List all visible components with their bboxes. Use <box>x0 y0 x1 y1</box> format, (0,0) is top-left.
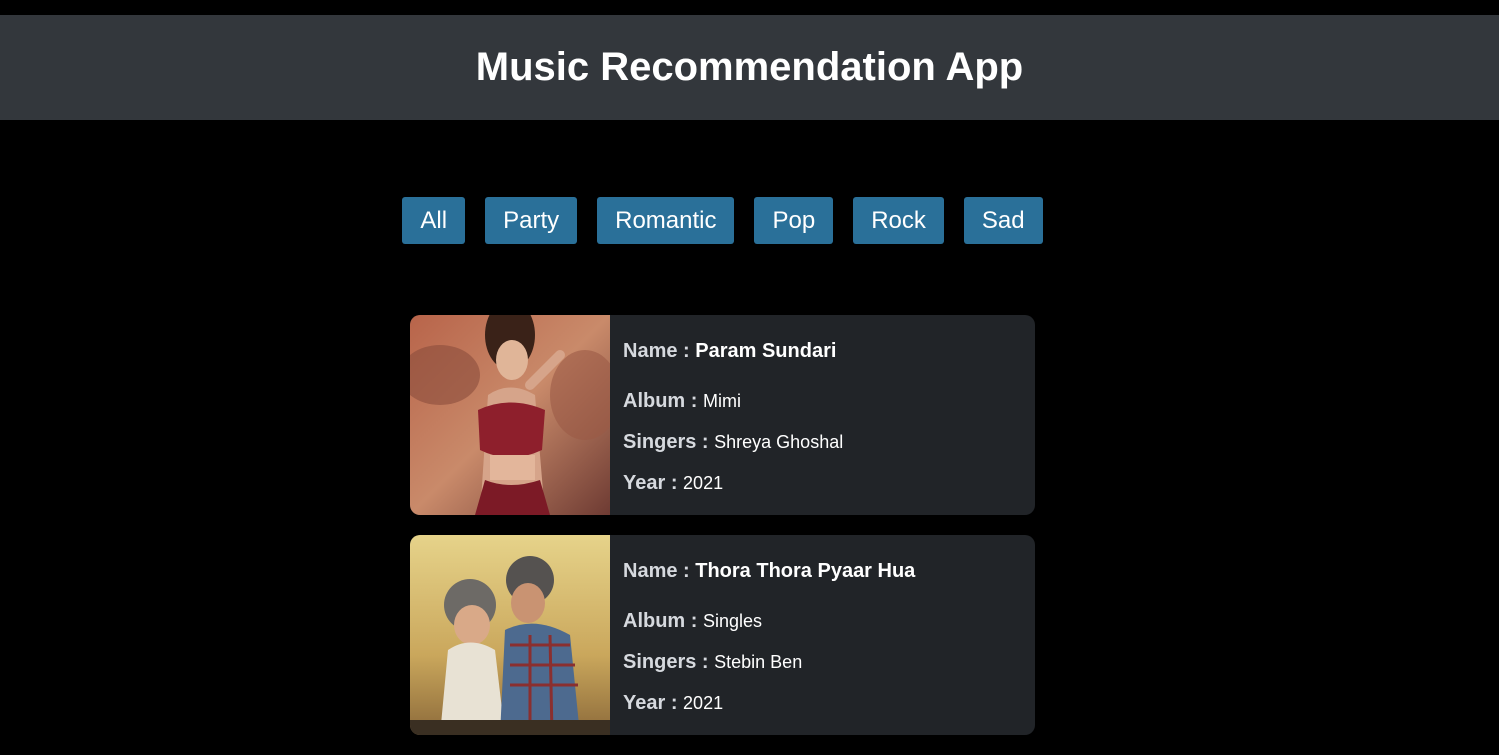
year-label: Year : <box>623 692 684 714</box>
song-details: Name : Param Sundari Album : Mimi Singer… <box>610 315 843 515</box>
filter-sad-button[interactable]: Sad <box>963 197 1043 244</box>
album-name: Singles <box>703 611 763 631</box>
album-name: Mimi <box>703 391 741 411</box>
song-card[interactable]: Name : Param Sundari Album : Mimi Singer… <box>410 315 1035 515</box>
app-header: Music Recommendation App <box>0 15 1499 120</box>
filter-party-button[interactable]: Party <box>485 197 578 244</box>
singers-label: Singers : <box>623 651 715 673</box>
album-label: Album : <box>623 390 703 412</box>
song-name-row: Name : Thora Thora Pyaar Hua <box>623 560 915 610</box>
singers-label: Singers : <box>623 431 715 453</box>
song-details: Name : Thora Thora Pyaar Hua Album : Sin… <box>610 535 915 735</box>
song-list: Name : Param Sundari Album : Mimi Singer… <box>410 315 1035 755</box>
app-title: Music Recommendation App <box>475 44 1024 89</box>
filter-pop-button[interactable]: Pop <box>754 197 834 244</box>
song-name: Thora Thora Pyaar Hua <box>695 560 916 582</box>
song-card[interactable]: Name : Thora Thora Pyaar Hua Album : Sin… <box>410 535 1035 735</box>
filter-rock-button[interactable]: Rock <box>853 197 944 244</box>
release-year: 2021 <box>683 693 724 713</box>
singers-name: Shreya Ghoshal <box>714 432 844 452</box>
name-label: Name : <box>623 340 696 362</box>
filter-all-button[interactable]: All <box>402 197 466 244</box>
album-label: Album : <box>623 610 703 632</box>
singers-row: Singers : Shreya Ghoshal <box>623 431 843 472</box>
year-row: Year : 2021 <box>623 472 843 513</box>
singers-row: Singers : Stebin Ben <box>623 651 915 692</box>
genre-filter-bar: All Party Romantic Pop Rock Sad <box>0 197 1445 244</box>
song-name: Param Sundari <box>695 340 837 362</box>
album-cover-image <box>410 535 610 735</box>
album-row: Album : Singles <box>623 610 915 651</box>
filter-romantic-button[interactable]: Romantic <box>597 197 735 244</box>
song-name-row: Name : Param Sundari <box>623 340 843 390</box>
release-year: 2021 <box>683 473 724 493</box>
year-row: Year : 2021 <box>623 692 915 733</box>
name-label: Name : <box>623 560 696 582</box>
year-label: Year : <box>623 472 684 494</box>
album-row: Album : Mimi <box>623 390 843 431</box>
singers-name: Stebin Ben <box>714 652 803 672</box>
album-cover-image <box>410 315 610 515</box>
